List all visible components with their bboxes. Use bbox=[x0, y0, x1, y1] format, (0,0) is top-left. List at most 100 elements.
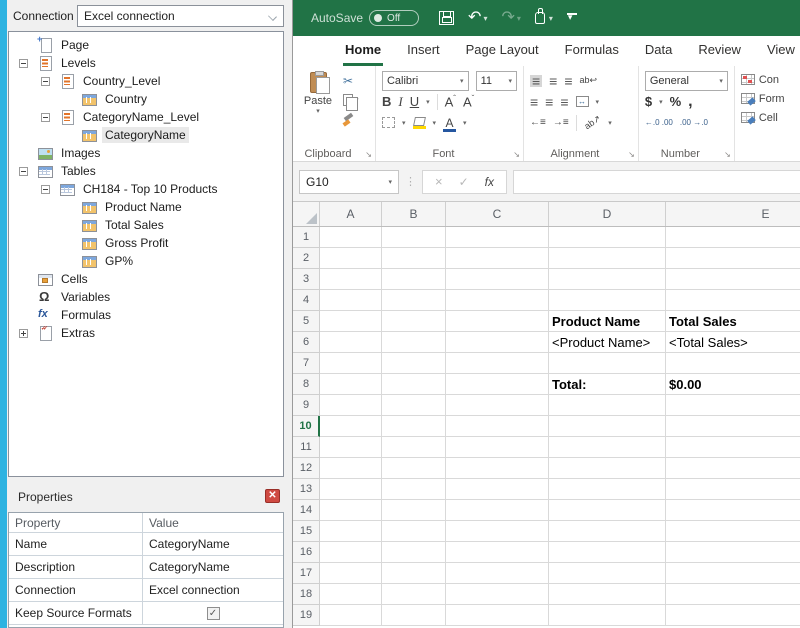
alignment-dialog-launcher-icon[interactable]: ↘ bbox=[628, 150, 635, 159]
cell-E11[interactable] bbox=[666, 437, 800, 458]
cell-styles-button[interactable]: Cell bbox=[741, 108, 794, 127]
cell-D18[interactable] bbox=[549, 584, 666, 605]
cell-C2[interactable] bbox=[446, 248, 549, 269]
font-size-combo[interactable]: 11▾ bbox=[476, 71, 517, 91]
cell-B8[interactable] bbox=[382, 374, 446, 395]
number-dialog-launcher-icon[interactable]: ↘ bbox=[724, 150, 731, 159]
cell-C15[interactable] bbox=[446, 521, 549, 542]
tab-formulas[interactable]: Formulas bbox=[563, 36, 621, 66]
merge-center-icon[interactable]: ↔ bbox=[576, 96, 589, 107]
cell-A8[interactable] bbox=[320, 374, 382, 395]
row-header-8[interactable]: 8 bbox=[293, 374, 320, 395]
fill-color-caret-icon[interactable]: ▾ bbox=[433, 119, 437, 127]
cell-E7[interactable] bbox=[666, 353, 800, 374]
cell-A10[interactable] bbox=[320, 416, 382, 437]
row-header-19[interactable]: 19 bbox=[293, 605, 320, 626]
property-value[interactable]: Excel connection bbox=[143, 579, 283, 601]
align-center-icon[interactable]: ≡ bbox=[545, 97, 553, 107]
tree-item-gp-[interactable]: GP% bbox=[9, 252, 283, 270]
tree-item-tables[interactable]: Tables bbox=[9, 162, 283, 180]
number-format-combo[interactable]: General▾ bbox=[645, 71, 728, 91]
cell-B7[interactable] bbox=[382, 353, 446, 374]
row-header-18[interactable]: 18 bbox=[293, 584, 320, 605]
column-header-B[interactable]: B bbox=[382, 202, 446, 226]
cell-B17[interactable] bbox=[382, 563, 446, 584]
cell-B15[interactable] bbox=[382, 521, 446, 542]
tree-item-country-level[interactable]: Country_Level bbox=[9, 72, 283, 90]
tree-item-cells[interactable]: Cells bbox=[9, 270, 283, 288]
cell-A16[interactable] bbox=[320, 542, 382, 563]
row-header-12[interactable]: 12 bbox=[293, 458, 320, 479]
cell-A9[interactable] bbox=[320, 395, 382, 416]
cell-D1[interactable] bbox=[549, 227, 666, 248]
row-header-7[interactable]: 7 bbox=[293, 353, 320, 374]
save-icon[interactable] bbox=[439, 11, 454, 25]
cell-B9[interactable] bbox=[382, 395, 446, 416]
cell-E16[interactable] bbox=[666, 542, 800, 563]
cell-D19[interactable] bbox=[549, 605, 666, 626]
cell-A13[interactable] bbox=[320, 479, 382, 500]
cell-C11[interactable] bbox=[446, 437, 549, 458]
expand-icon[interactable] bbox=[19, 329, 28, 338]
tree-item-images[interactable]: Images bbox=[9, 144, 283, 162]
cell-B11[interactable] bbox=[382, 437, 446, 458]
row-header-2[interactable]: 2 bbox=[293, 248, 320, 269]
conditional-formatting-button[interactable]: Con bbox=[741, 70, 794, 89]
merge-caret-icon[interactable]: ▾ bbox=[596, 98, 600, 106]
collapse-icon[interactable] bbox=[41, 185, 50, 194]
cell-D17[interactable] bbox=[549, 563, 666, 584]
increase-font-button[interactable]: Aˆ bbox=[445, 94, 456, 109]
undo-caret-icon[interactable]: ▾ bbox=[483, 14, 487, 23]
cell-D2[interactable] bbox=[549, 248, 666, 269]
cell-E5[interactable]: Total Sales bbox=[666, 311, 800, 332]
tree-item-gross-profit[interactable]: Gross Profit bbox=[9, 234, 283, 252]
tree-item-levels[interactable]: Levels bbox=[9, 54, 283, 72]
collapse-icon[interactable] bbox=[41, 113, 50, 122]
cell-B10[interactable] bbox=[382, 416, 446, 437]
cell-B5[interactable] bbox=[382, 311, 446, 332]
tree-item-page[interactable]: Page bbox=[9, 36, 283, 54]
cell-A1[interactable] bbox=[320, 227, 382, 248]
cell-D11[interactable] bbox=[549, 437, 666, 458]
percent-button[interactable]: % bbox=[670, 94, 682, 109]
cell-C16[interactable] bbox=[446, 542, 549, 563]
tree-item-country[interactable]: Country bbox=[9, 90, 283, 108]
cell-A6[interactable] bbox=[320, 332, 382, 353]
cell-B16[interactable] bbox=[382, 542, 446, 563]
cell-A19[interactable] bbox=[320, 605, 382, 626]
cell-B14[interactable] bbox=[382, 500, 446, 521]
property-value[interactable]: CategoryName bbox=[143, 556, 283, 578]
row-header-6[interactable]: 6 bbox=[293, 332, 320, 353]
row-header-13[interactable]: 13 bbox=[293, 479, 320, 500]
tab-insert[interactable]: Insert bbox=[405, 36, 442, 66]
customize-quick-access-icon[interactable] bbox=[567, 12, 577, 24]
collapse-icon[interactable] bbox=[19, 167, 28, 176]
cancel-icon[interactable]: × bbox=[435, 174, 443, 189]
cell-E17[interactable] bbox=[666, 563, 800, 584]
borders-icon[interactable] bbox=[382, 117, 395, 128]
enter-icon[interactable]: ✓ bbox=[459, 175, 469, 189]
comma-button[interactable]: , bbox=[688, 93, 692, 111]
borders-caret-icon[interactable]: ▾ bbox=[402, 119, 406, 127]
cell-D10[interactable] bbox=[549, 416, 666, 437]
cell-A17[interactable] bbox=[320, 563, 382, 584]
cell-C9[interactable] bbox=[446, 395, 549, 416]
align-left-icon[interactable]: ≡ bbox=[530, 97, 538, 107]
cell-B13[interactable] bbox=[382, 479, 446, 500]
underline-caret-icon[interactable]: ▾ bbox=[426, 98, 430, 106]
cell-C3[interactable] bbox=[446, 269, 549, 290]
connection-dropdown[interactable]: Excel connection bbox=[77, 5, 284, 27]
cell-B6[interactable] bbox=[382, 332, 446, 353]
align-middle-icon[interactable]: ≡ bbox=[549, 76, 557, 86]
cell-B12[interactable] bbox=[382, 458, 446, 479]
wrap-text-icon[interactable]: ab↩ bbox=[580, 75, 598, 86]
cell-E1[interactable] bbox=[666, 227, 800, 248]
cell-A4[interactable] bbox=[320, 290, 382, 311]
row-header-17[interactable]: 17 bbox=[293, 563, 320, 584]
touch-mode-icon[interactable] bbox=[535, 12, 545, 24]
undo-icon[interactable]: ↶ bbox=[468, 10, 481, 26]
cell-D3[interactable] bbox=[549, 269, 666, 290]
column-header-A[interactable]: A bbox=[320, 202, 382, 226]
name-box[interactable]: G10 ▾ bbox=[299, 170, 399, 194]
cell-D6[interactable]: <Product Name> bbox=[549, 332, 666, 353]
